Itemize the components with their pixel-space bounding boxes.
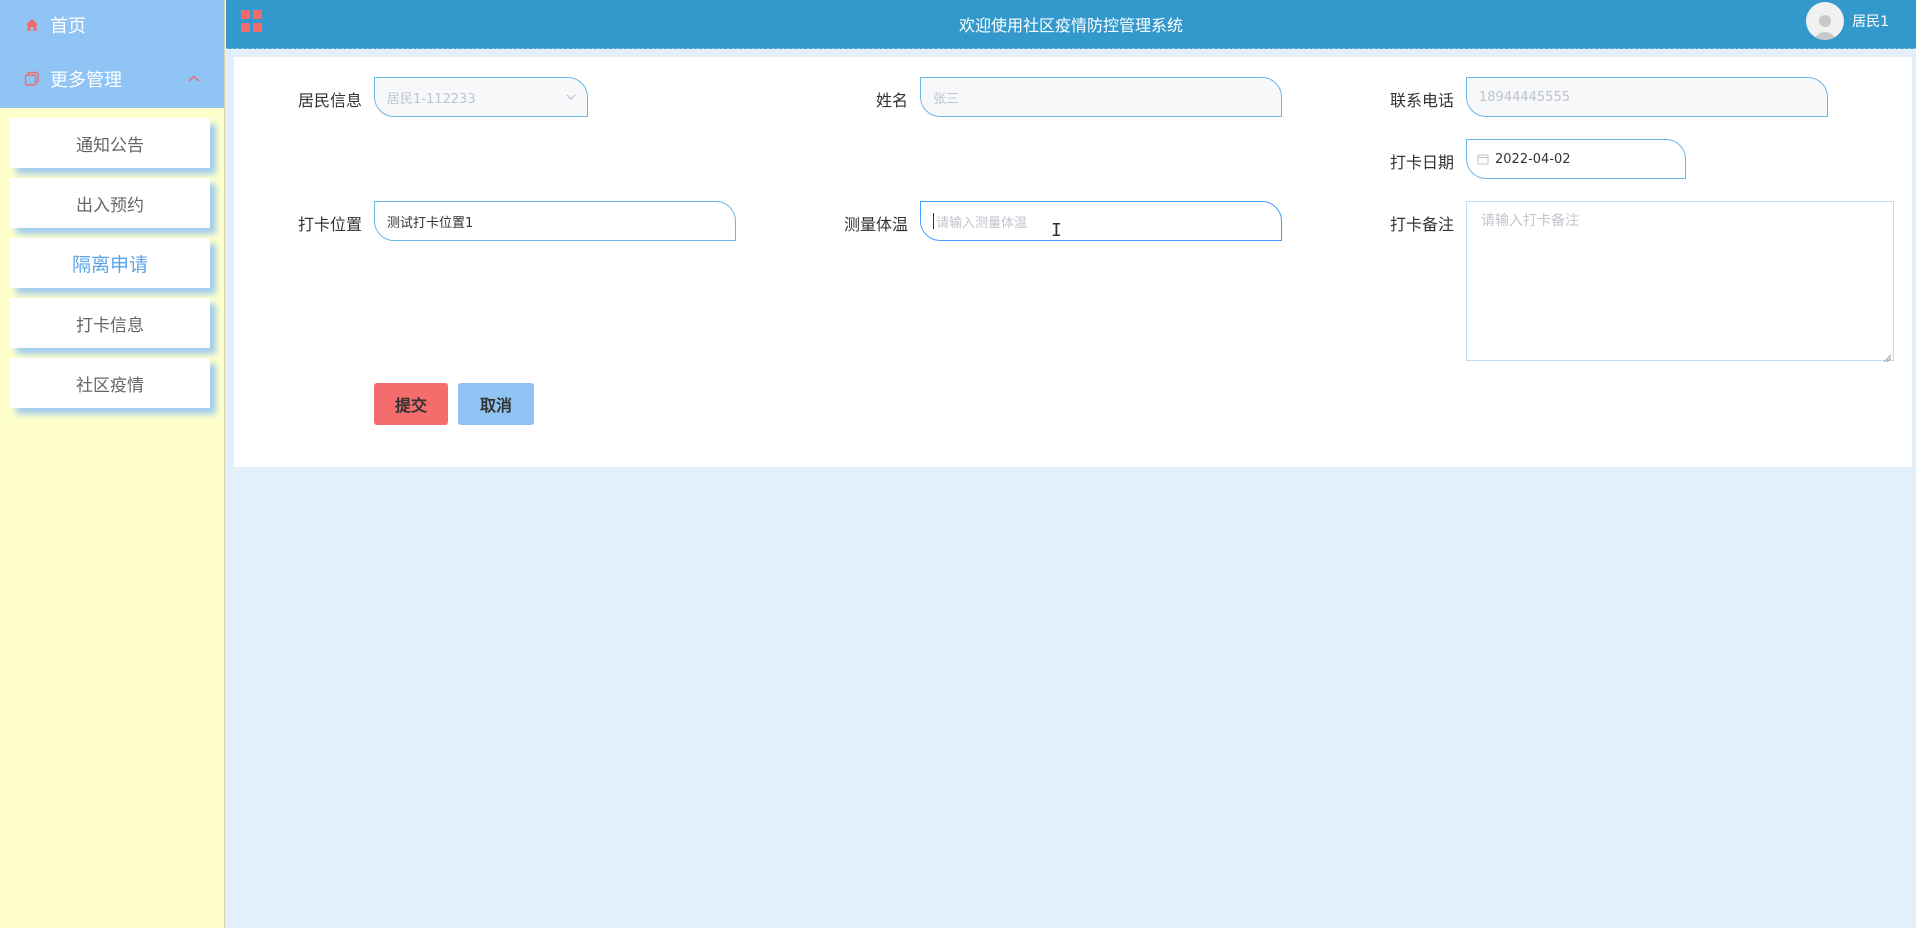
phone-field[interactable]: 18944445555 xyxy=(1466,77,1828,117)
resident-select[interactable]: 居民1-112233 xyxy=(374,77,588,117)
top-header: 欢迎使用社区疫情防控管理系统 居民1 xyxy=(226,0,1916,49)
resize-grip-icon[interactable] xyxy=(1883,350,1892,363)
sidebar: 首页 更多管理 通知公告 出入预约 隔离申请 打卡信息 社区疫情 xyxy=(0,0,225,928)
sidebar-item-label: 通知公告 xyxy=(76,135,144,156)
form-panel: 居民信息 居民1-112233 姓名 张三 联系电话 18944445555 打… xyxy=(234,57,1912,467)
text-caret xyxy=(933,213,934,229)
name-label: 姓名 xyxy=(875,91,908,110)
phone-field-value: 18944445555 xyxy=(1479,89,1570,105)
note-label: 打卡备注 xyxy=(1389,215,1454,234)
sidebar-item-home-label: 首页 xyxy=(50,16,86,37)
submit-button-label: 提交 xyxy=(394,396,427,415)
resident-label: 居民信息 xyxy=(297,91,362,110)
ibeam-cursor-icon: I xyxy=(1051,220,1062,241)
sidebar-item-label: 出入预约 xyxy=(76,195,144,216)
phone-label: 联系电话 xyxy=(1389,91,1454,110)
chevron-up-icon xyxy=(186,71,202,87)
sidebar-item-quarantine-application[interactable]: 隔离申请 xyxy=(10,238,210,288)
page-title: 欢迎使用社区疫情防控管理系统 xyxy=(958,16,1183,35)
home-icon xyxy=(22,15,42,35)
submit-button[interactable]: 提交 xyxy=(374,383,448,425)
sidebar-item-entry-reservation[interactable]: 出入预约 xyxy=(10,178,210,228)
chevron-down-icon xyxy=(565,91,577,107)
date-label: 打卡日期 xyxy=(1389,153,1454,172)
note-textarea[interactable]: 请输入打卡备注 xyxy=(1466,201,1894,363)
cancel-button-label: 取消 xyxy=(479,396,512,415)
avatar[interactable] xyxy=(1806,2,1845,40)
copy-icon xyxy=(22,69,42,89)
cancel-button[interactable]: 取消 xyxy=(458,383,534,425)
sidebar-item-community-epidemic[interactable]: 社区疫情 xyxy=(10,358,210,408)
date-picker[interactable]: 2022-04-02 xyxy=(1466,139,1686,179)
sidebar-item-label: 隔离申请 xyxy=(71,253,148,276)
user-name: 居民1 xyxy=(1852,14,1889,30)
name-field[interactable]: 张三 xyxy=(920,77,1282,117)
sidebar-item-home[interactable]: 首页 xyxy=(0,0,224,50)
temperature-label: 测量体温 xyxy=(843,215,908,234)
sidebar-item-notice[interactable]: 通知公告 xyxy=(10,118,210,168)
sidebar-item-label: 社区疫情 xyxy=(76,375,144,396)
user-menu[interactable]: 居民1 xyxy=(1806,2,1889,40)
sidebar-item-more-management[interactable]: 更多管理 xyxy=(0,50,224,108)
date-picker-value: 2022-04-02 xyxy=(1495,151,1571,167)
location-field[interactable]: 测试打卡位置1 xyxy=(374,201,736,241)
temperature-field[interactable]: 请输入测量体温 xyxy=(920,201,1282,241)
sidebar-item-checkin-info[interactable]: 打卡信息 xyxy=(10,298,210,348)
note-textarea-placeholder: 请输入打卡备注 xyxy=(1481,213,1579,229)
sidebar-item-label: 打卡信息 xyxy=(76,315,144,336)
resident-select-value: 居民1-112233 xyxy=(387,91,476,107)
sidebar-top-menu: 首页 更多管理 xyxy=(0,0,224,108)
name-field-value: 张三 xyxy=(933,91,960,107)
sidebar-item-more-management-label: 更多管理 xyxy=(50,70,122,91)
calendar-icon xyxy=(1477,153,1489,165)
location-label: 打卡位置 xyxy=(297,215,362,234)
temperature-field-placeholder: 请输入测量体温 xyxy=(936,215,1028,231)
sidebar-submenu: 通知公告 出入预约 隔离申请 打卡信息 社区疫情 xyxy=(0,108,224,408)
location-field-value: 测试打卡位置1 xyxy=(387,215,474,231)
